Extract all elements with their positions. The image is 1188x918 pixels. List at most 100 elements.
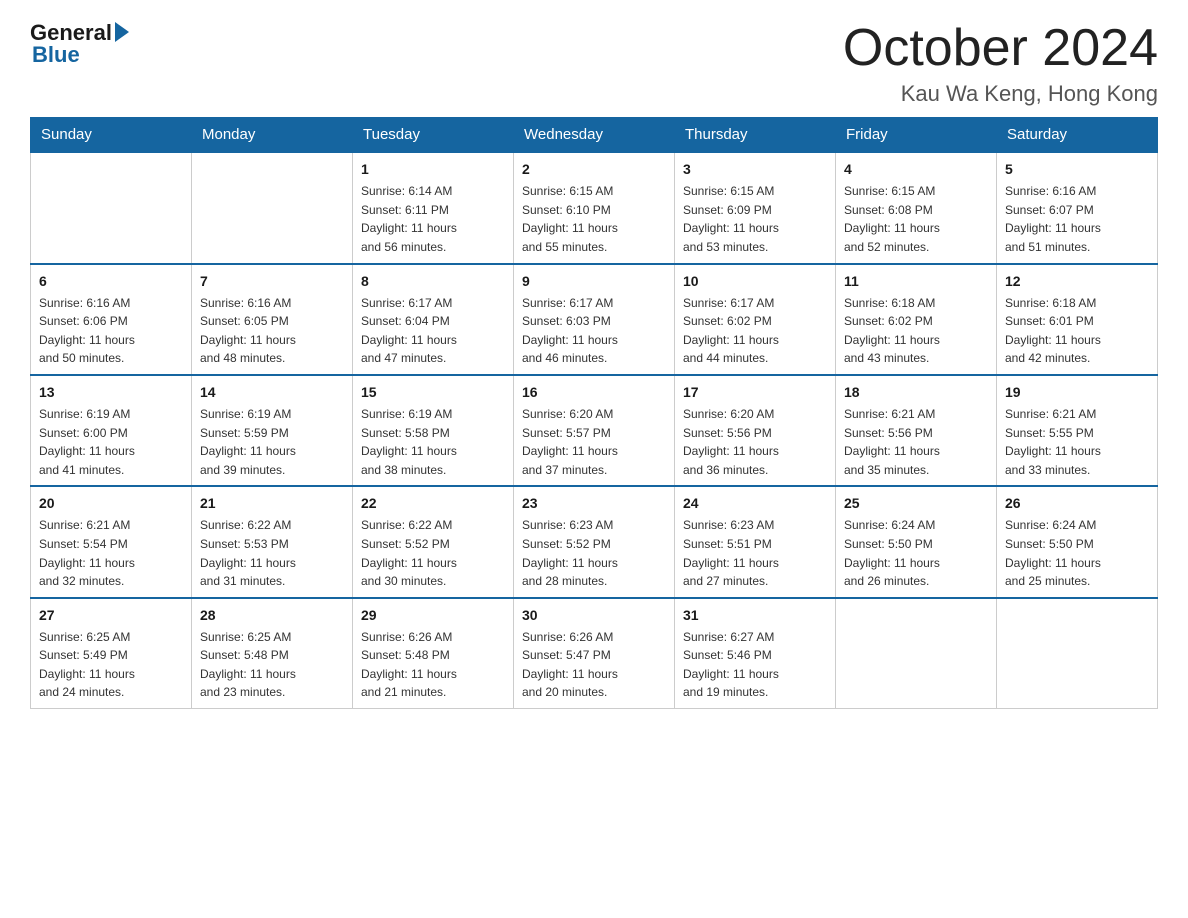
day-number: 31 <box>683 605 827 626</box>
day-info: Sunrise: 6:16 AMSunset: 6:05 PMDaylight:… <box>200 294 344 368</box>
day-info: Sunrise: 6:20 AMSunset: 5:56 PMDaylight:… <box>683 405 827 479</box>
logo-triangle-icon <box>115 22 129 42</box>
day-number: 15 <box>361 382 505 403</box>
calendar-header-sunday: Sunday <box>31 118 192 153</box>
calendar-week-row: 27Sunrise: 6:25 AMSunset: 5:49 PMDayligh… <box>31 598 1158 709</box>
page-header: General Blue October 2024 Kau Wa Keng, H… <box>30 20 1158 107</box>
day-number: 10 <box>683 271 827 292</box>
calendar-header-row: SundayMondayTuesdayWednesdayThursdayFrid… <box>31 118 1158 153</box>
day-info: Sunrise: 6:17 AMSunset: 6:04 PMDaylight:… <box>361 294 505 368</box>
day-number: 20 <box>39 493 183 514</box>
day-number: 18 <box>844 382 988 403</box>
calendar-cell: 19Sunrise: 6:21 AMSunset: 5:55 PMDayligh… <box>997 375 1158 486</box>
calendar-cell: 15Sunrise: 6:19 AMSunset: 5:58 PMDayligh… <box>353 375 514 486</box>
calendar-header-friday: Friday <box>836 118 997 153</box>
day-number: 13 <box>39 382 183 403</box>
day-number: 7 <box>200 271 344 292</box>
day-info: Sunrise: 6:25 AMSunset: 5:48 PMDaylight:… <box>200 628 344 702</box>
calendar-header-wednesday: Wednesday <box>514 118 675 153</box>
calendar-header-thursday: Thursday <box>675 118 836 153</box>
day-number: 28 <box>200 605 344 626</box>
day-number: 23 <box>522 493 666 514</box>
day-info: Sunrise: 6:25 AMSunset: 5:49 PMDaylight:… <box>39 628 183 702</box>
day-number: 27 <box>39 605 183 626</box>
calendar-header-saturday: Saturday <box>997 118 1158 153</box>
day-info: Sunrise: 6:27 AMSunset: 5:46 PMDaylight:… <box>683 628 827 702</box>
day-number: 14 <box>200 382 344 403</box>
calendar-cell: 3Sunrise: 6:15 AMSunset: 6:09 PMDaylight… <box>675 152 836 263</box>
day-info: Sunrise: 6:16 AMSunset: 6:06 PMDaylight:… <box>39 294 183 368</box>
calendar-cell: 31Sunrise: 6:27 AMSunset: 5:46 PMDayligh… <box>675 598 836 709</box>
day-number: 11 <box>844 271 988 292</box>
calendar-cell: 9Sunrise: 6:17 AMSunset: 6:03 PMDaylight… <box>514 264 675 375</box>
calendar-cell <box>192 152 353 263</box>
day-number: 4 <box>844 159 988 180</box>
month-title: October 2024 <box>843 20 1158 77</box>
day-info: Sunrise: 6:18 AMSunset: 6:01 PMDaylight:… <box>1005 294 1149 368</box>
day-info: Sunrise: 6:19 AMSunset: 6:00 PMDaylight:… <box>39 405 183 479</box>
day-info: Sunrise: 6:24 AMSunset: 5:50 PMDaylight:… <box>844 516 988 590</box>
day-info: Sunrise: 6:18 AMSunset: 6:02 PMDaylight:… <box>844 294 988 368</box>
calendar-cell: 25Sunrise: 6:24 AMSunset: 5:50 PMDayligh… <box>836 486 997 597</box>
calendar-cell: 18Sunrise: 6:21 AMSunset: 5:56 PMDayligh… <box>836 375 997 486</box>
calendar-cell: 20Sunrise: 6:21 AMSunset: 5:54 PMDayligh… <box>31 486 192 597</box>
day-number: 16 <box>522 382 666 403</box>
calendar-cell: 23Sunrise: 6:23 AMSunset: 5:52 PMDayligh… <box>514 486 675 597</box>
calendar-cell: 29Sunrise: 6:26 AMSunset: 5:48 PMDayligh… <box>353 598 514 709</box>
calendar-cell: 14Sunrise: 6:19 AMSunset: 5:59 PMDayligh… <box>192 375 353 486</box>
day-info: Sunrise: 6:26 AMSunset: 5:48 PMDaylight:… <box>361 628 505 702</box>
day-info: Sunrise: 6:19 AMSunset: 5:59 PMDaylight:… <box>200 405 344 479</box>
day-info: Sunrise: 6:23 AMSunset: 5:52 PMDaylight:… <box>522 516 666 590</box>
day-number: 26 <box>1005 493 1149 514</box>
calendar-cell: 24Sunrise: 6:23 AMSunset: 5:51 PMDayligh… <box>675 486 836 597</box>
day-number: 19 <box>1005 382 1149 403</box>
day-info: Sunrise: 6:21 AMSunset: 5:56 PMDaylight:… <box>844 405 988 479</box>
calendar-cell: 13Sunrise: 6:19 AMSunset: 6:00 PMDayligh… <box>31 375 192 486</box>
day-number: 22 <box>361 493 505 514</box>
day-info: Sunrise: 6:20 AMSunset: 5:57 PMDaylight:… <box>522 405 666 479</box>
day-info: Sunrise: 6:19 AMSunset: 5:58 PMDaylight:… <box>361 405 505 479</box>
day-number: 30 <box>522 605 666 626</box>
calendar-cell: 28Sunrise: 6:25 AMSunset: 5:48 PMDayligh… <box>192 598 353 709</box>
day-number: 8 <box>361 271 505 292</box>
calendar-cell: 16Sunrise: 6:20 AMSunset: 5:57 PMDayligh… <box>514 375 675 486</box>
calendar-cell <box>997 598 1158 709</box>
calendar-cell: 27Sunrise: 6:25 AMSunset: 5:49 PMDayligh… <box>31 598 192 709</box>
day-info: Sunrise: 6:16 AMSunset: 6:07 PMDaylight:… <box>1005 182 1149 256</box>
day-number: 17 <box>683 382 827 403</box>
day-number: 24 <box>683 493 827 514</box>
calendar-cell: 10Sunrise: 6:17 AMSunset: 6:02 PMDayligh… <box>675 264 836 375</box>
calendar-week-row: 6Sunrise: 6:16 AMSunset: 6:06 PMDaylight… <box>31 264 1158 375</box>
calendar-cell <box>836 598 997 709</box>
calendar-header-monday: Monday <box>192 118 353 153</box>
day-info: Sunrise: 6:15 AMSunset: 6:09 PMDaylight:… <box>683 182 827 256</box>
day-number: 3 <box>683 159 827 180</box>
day-number: 12 <box>1005 271 1149 292</box>
day-number: 5 <box>1005 159 1149 180</box>
calendar-cell: 30Sunrise: 6:26 AMSunset: 5:47 PMDayligh… <box>514 598 675 709</box>
location-label: Kau Wa Keng, Hong Kong <box>843 81 1158 107</box>
calendar-cell <box>31 152 192 263</box>
calendar-cell: 1Sunrise: 6:14 AMSunset: 6:11 PMDaylight… <box>353 152 514 263</box>
calendar-cell: 26Sunrise: 6:24 AMSunset: 5:50 PMDayligh… <box>997 486 1158 597</box>
day-info: Sunrise: 6:26 AMSunset: 5:47 PMDaylight:… <box>522 628 666 702</box>
day-number: 1 <box>361 159 505 180</box>
calendar-table: SundayMondayTuesdayWednesdayThursdayFrid… <box>30 117 1158 709</box>
day-info: Sunrise: 6:17 AMSunset: 6:03 PMDaylight:… <box>522 294 666 368</box>
calendar-week-row: 13Sunrise: 6:19 AMSunset: 6:00 PMDayligh… <box>31 375 1158 486</box>
day-info: Sunrise: 6:24 AMSunset: 5:50 PMDaylight:… <box>1005 516 1149 590</box>
calendar-cell: 5Sunrise: 6:16 AMSunset: 6:07 PMDaylight… <box>997 152 1158 263</box>
logo-blue-text: Blue <box>32 42 80 68</box>
calendar-cell: 8Sunrise: 6:17 AMSunset: 6:04 PMDaylight… <box>353 264 514 375</box>
day-number: 25 <box>844 493 988 514</box>
calendar-cell: 6Sunrise: 6:16 AMSunset: 6:06 PMDaylight… <box>31 264 192 375</box>
calendar-cell: 22Sunrise: 6:22 AMSunset: 5:52 PMDayligh… <box>353 486 514 597</box>
day-info: Sunrise: 6:14 AMSunset: 6:11 PMDaylight:… <box>361 182 505 256</box>
day-info: Sunrise: 6:17 AMSunset: 6:02 PMDaylight:… <box>683 294 827 368</box>
day-number: 6 <box>39 271 183 292</box>
calendar-week-row: 20Sunrise: 6:21 AMSunset: 5:54 PMDayligh… <box>31 486 1158 597</box>
day-info: Sunrise: 6:21 AMSunset: 5:55 PMDaylight:… <box>1005 405 1149 479</box>
day-info: Sunrise: 6:15 AMSunset: 6:10 PMDaylight:… <box>522 182 666 256</box>
logo: General Blue <box>30 20 129 68</box>
day-number: 9 <box>522 271 666 292</box>
